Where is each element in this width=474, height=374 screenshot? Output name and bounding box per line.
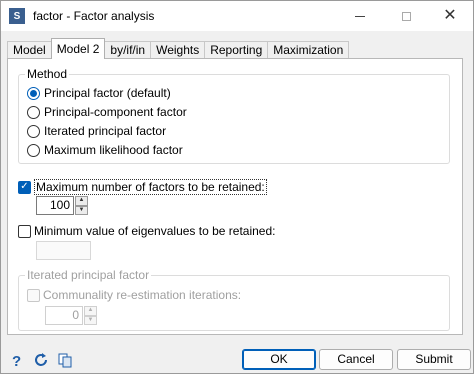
ok-button[interactable]: OK <box>242 349 316 370</box>
iterated-group: Iterated principal factor Communality re… <box>18 268 450 331</box>
max-factors-checkbox[interactable]: ✓ <box>18 180 31 194</box>
radio-label: Principal factor (default) <box>44 86 171 100</box>
radio-button[interactable] <box>27 105 40 119</box>
radio-button[interactable] <box>27 143 40 157</box>
radio-button[interactable] <box>27 86 40 100</box>
max-factors-label: Maximum number of factors to be retained… <box>34 179 267 195</box>
svg-text:?: ? <box>12 353 21 368</box>
communality-option[interactable]: Communality re-estimation iterations: <box>27 288 241 302</box>
spin-down-icon[interactable]: ▼ <box>75 205 88 215</box>
tab-panel: Method Principal factor (default) Princi… <box>7 58 463 335</box>
tab-strip: Model Model 2 by/if/in Weights Reporting… <box>7 38 350 59</box>
radio-maximum-likelihood-factor[interactable]: Maximum likelihood factor <box>27 143 183 157</box>
min-eigen-input[interactable] <box>36 241 91 260</box>
communality-spin-buttons: ▲ ▼ <box>84 306 97 325</box>
submit-button[interactable]: Submit <box>397 349 471 370</box>
radio-principal-factor[interactable]: Principal factor (default) <box>27 86 171 100</box>
method-legend: Method <box>25 67 70 81</box>
method-group: Method Principal factor (default) Princi… <box>18 67 450 164</box>
minimize-icon <box>355 15 365 17</box>
communality-label: Communality re-estimation iterations: <box>43 288 242 302</box>
minimize-button[interactable] <box>337 1 383 31</box>
spin-up-icon[interactable]: ▲ <box>75 196 88 206</box>
window-title: factor - Factor analysis <box>33 9 155 23</box>
radio-button[interactable] <box>27 124 40 138</box>
tab-maximization[interactable]: Maximization <box>267 41 350 59</box>
min-eigen-option[interactable]: Minimum value of eigenvalues to be retai… <box>18 224 275 238</box>
spin-down-icon[interactable]: ▼ <box>84 315 97 325</box>
close-icon: ✕ <box>443 7 457 24</box>
iterated-legend: Iterated principal factor <box>25 268 152 282</box>
communality-spinner[interactable]: 0 ▲ ▼ <box>45 306 97 325</box>
tab-reporting[interactable]: Reporting <box>204 41 269 59</box>
dialog-window: S factor - Factor analysis ✕ Model Model… <box>0 0 474 374</box>
radio-label: Maximum likelihood factor <box>44 143 183 157</box>
tab-model[interactable]: Model <box>7 41 52 59</box>
spin-up-icon[interactable]: ▲ <box>84 306 97 316</box>
title-bar: S factor - Factor analysis ✕ <box>1 1 473 31</box>
min-eigen-label: Minimum value of eigenvalues to be retai… <box>34 224 276 238</box>
max-factors-input[interactable]: 100 <box>36 196 74 215</box>
copy-command-icon[interactable] <box>56 351 74 369</box>
maximize-icon <box>401 11 411 21</box>
cancel-button[interactable]: Cancel <box>319 349 393 370</box>
help-icon[interactable]: ? <box>8 351 26 369</box>
max-factors-spinner[interactable]: 100 ▲ ▼ <box>36 196 88 215</box>
min-eigen-checkbox[interactable] <box>18 224 31 238</box>
radio-label: Iterated principal factor <box>44 124 167 138</box>
radio-iterated-principal-factor[interactable]: Iterated principal factor <box>27 124 166 138</box>
tab-weights[interactable]: Weights <box>150 41 206 59</box>
tab-by-if-in[interactable]: by/if/in <box>104 41 152 59</box>
stata-icon: S <box>9 8 25 24</box>
radio-label: Principal-component factor <box>44 105 187 119</box>
close-button[interactable]: ✕ <box>427 1 473 31</box>
radio-principal-component-factor[interactable]: Principal-component factor <box>27 105 187 119</box>
reset-icon[interactable] <box>32 351 50 369</box>
communality-input[interactable]: 0 <box>45 306 83 325</box>
tab-model-2[interactable]: Model 2 <box>50 38 106 59</box>
max-factors-option[interactable]: ✓ Maximum number of factors to be retain… <box>18 179 267 195</box>
max-factors-spin-buttons: ▲ ▼ <box>75 196 88 215</box>
maximize-button[interactable] <box>383 1 429 31</box>
communality-checkbox[interactable] <box>27 288 40 302</box>
